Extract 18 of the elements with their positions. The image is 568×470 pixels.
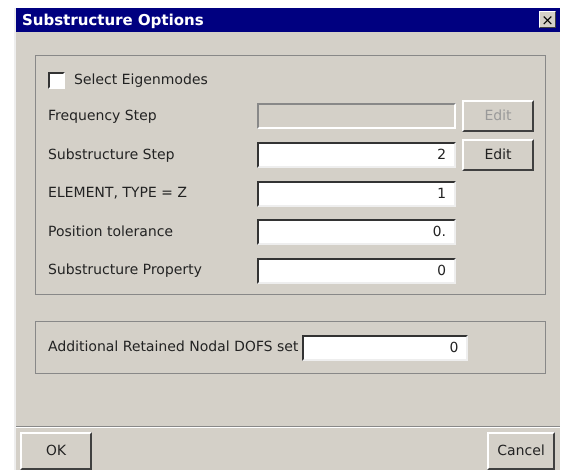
field-label: Additional Retained Nodal DOFS set [48,338,298,358]
input-field[interactable]: 0 [302,334,468,361]
field-label: Substructure Step [48,146,176,165]
field-label: Position tolerance [48,222,174,242]
input-field[interactable]: 0 [257,258,456,284]
close-button[interactable]: × [539,11,556,28]
field-label: Substructure Property [48,261,203,280]
cancel-button[interactable]: Cancel [487,432,555,470]
ok-button[interactable]: OK [20,432,92,470]
edit-button[interactable]: Edit [462,139,534,172]
checkbox[interactable] [48,72,65,89]
input-field[interactable]: 1 [257,180,456,207]
checkbox-label: Select Eigenmodes [74,70,208,90]
window-title: Substructure Options [22,10,204,31]
field-label: Frequency Step [48,106,158,126]
input-field[interactable]: 2 [257,142,456,168]
input-field[interactable]: 0. [257,219,456,246]
field-label: ELEMENT, TYPE = Z [48,184,188,204]
